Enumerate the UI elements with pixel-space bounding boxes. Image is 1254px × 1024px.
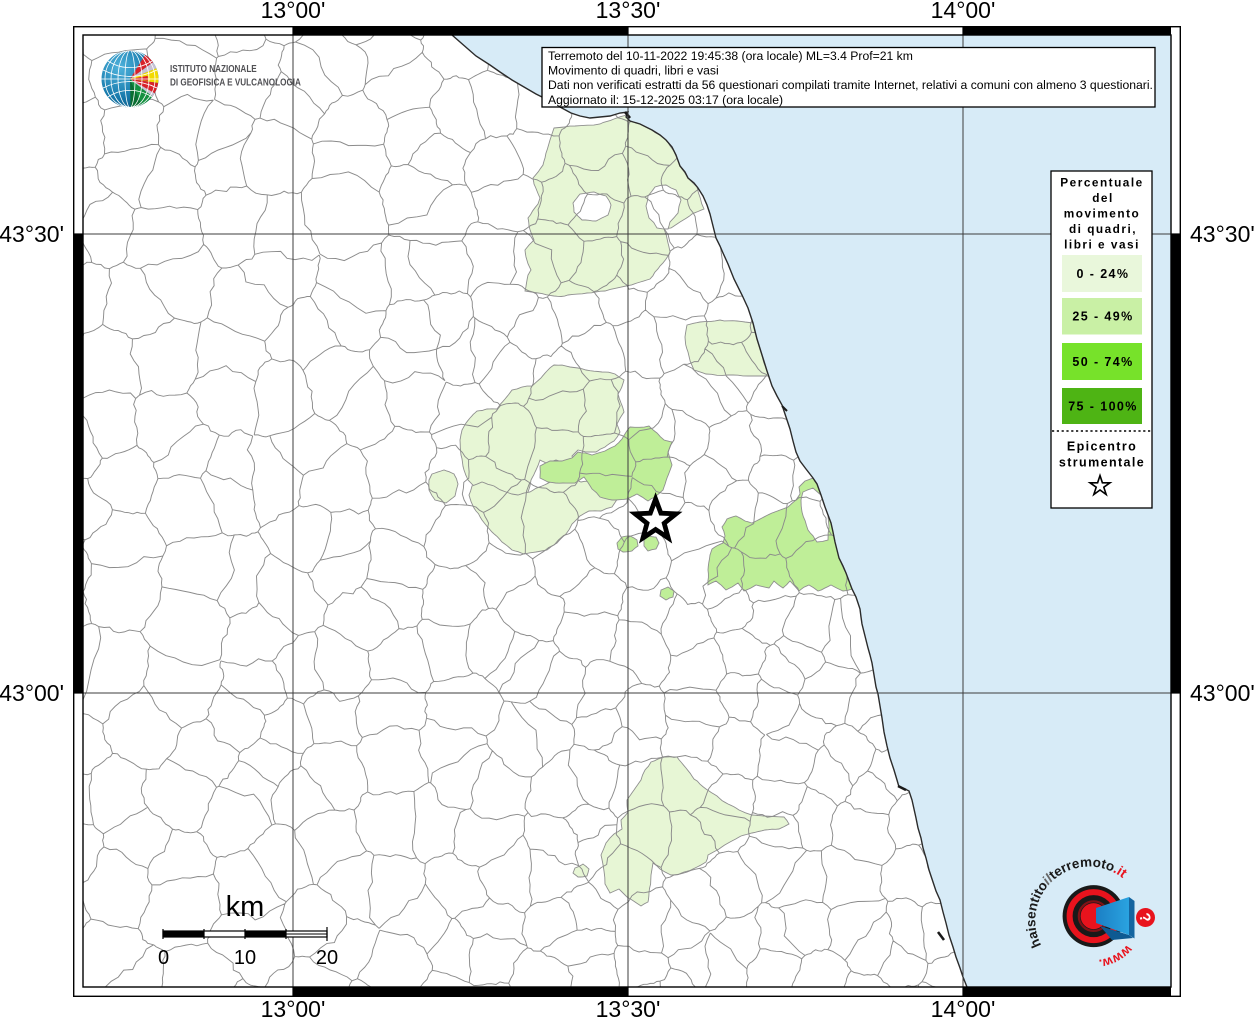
svg-text:0 - 24%: 0 - 24% bbox=[1077, 267, 1130, 281]
svg-text:10: 10 bbox=[234, 947, 256, 969]
svg-text:Epicentro: Epicentro bbox=[1067, 440, 1137, 454]
svg-text:25 - 49%: 25 - 49% bbox=[1072, 310, 1133, 324]
svg-text:43°30': 43°30' bbox=[1190, 221, 1254, 247]
svg-text:DI GEOFISICA E VULCANOLOGIA: DI GEOFISICA E VULCANOLOGIA bbox=[170, 77, 301, 88]
svg-text:di quadri,: di quadri, bbox=[1069, 222, 1137, 236]
svg-text:movimento: movimento bbox=[1064, 207, 1140, 221]
svg-text:km: km bbox=[226, 891, 265, 923]
svg-text:13°30': 13°30' bbox=[596, 0, 661, 23]
svg-text:ISTITUTO NAZIONALE: ISTITUTO NAZIONALE bbox=[170, 63, 257, 74]
svg-text:13°00': 13°00' bbox=[261, 0, 326, 23]
svg-text:Percentuale: Percentuale bbox=[1060, 176, 1143, 190]
svg-text:43°00': 43°00' bbox=[0, 680, 64, 706]
svg-text:del: del bbox=[1092, 191, 1114, 205]
svg-text:43°00': 43°00' bbox=[1190, 680, 1254, 706]
svg-text:50 - 74%: 50 - 74% bbox=[1072, 355, 1133, 369]
svg-text:Terremoto del 10-11-2022 19:45: Terremoto del 10-11-2022 19:45:38 (ora l… bbox=[548, 49, 913, 63]
svg-text:20: 20 bbox=[316, 947, 338, 969]
svg-text:14°00': 14°00' bbox=[931, 0, 996, 23]
svg-text:Movimento di quadri, libri e v: Movimento di quadri, libri e vasi bbox=[548, 64, 719, 78]
svg-text:strumentale: strumentale bbox=[1059, 456, 1145, 470]
svg-text:13°30': 13°30' bbox=[596, 996, 661, 1022]
svg-text:Aggiornato il: 15-12-2025 03:1: Aggiornato il: 15-12-2025 03:17 (ora loc… bbox=[548, 93, 783, 107]
svg-text:libri e vasi: libri e vasi bbox=[1064, 238, 1140, 252]
svg-text:43°30': 43°30' bbox=[0, 221, 64, 247]
svg-text:75 - 100%: 75 - 100% bbox=[1068, 400, 1138, 414]
svg-text:0: 0 bbox=[158, 947, 169, 969]
svg-text:13°00': 13°00' bbox=[261, 996, 326, 1022]
svg-text:Dati non verificati estratti d: Dati non verificati estratti da 56 quest… bbox=[548, 78, 1153, 92]
svg-text:14°00': 14°00' bbox=[931, 996, 996, 1022]
